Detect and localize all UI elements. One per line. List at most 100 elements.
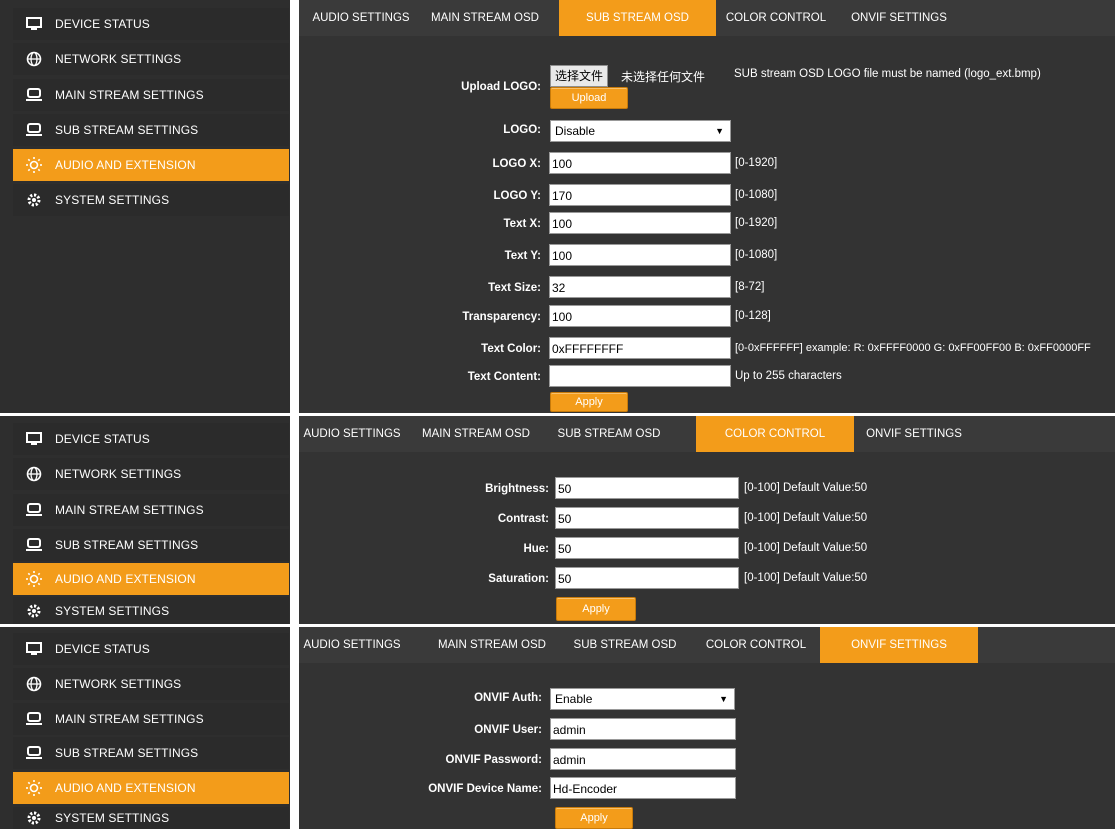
onvif-auth-select-value: Enable [555,692,593,706]
globe-icon [25,675,43,693]
sidebar-item-network-settings[interactable]: NETWORK SETTINGS [13,458,289,490]
sidebar-item-label: AUDIO AND EXTENSION [55,781,196,795]
globe-icon [25,50,43,68]
monitor-icon [25,640,43,658]
panel-sub-stream-osd: DEVICE STATUS NETWORK SETTINGS MAIN STRE… [0,0,1115,413]
text-size-input[interactable]: 32 [549,276,731,298]
stream-icon [25,536,43,554]
tab-audio-settings[interactable]: AUDIO SETTINGS [305,0,417,36]
transparency-input[interactable]: 100 [549,305,731,327]
sidebar-item-label: DEVICE STATUS [55,642,150,656]
tab-bar: AUDIO SETTINGS MAIN STREAM OSD SUB STREA… [299,416,1115,452]
tab-color-control[interactable]: COLOR CONTROL [696,416,854,452]
sidebar-item-label: SUB STREAM SETTINGS [55,538,199,552]
tab-onvif-settings[interactable]: ONVIF SETTINGS [844,0,954,36]
text-color-hint: [0-0xFFFFFF] example: R: 0xFFFF0000 G: 0… [735,342,1091,354]
text-size-hint: [8-72] [735,281,765,293]
hue-input[interactable]: 50 [555,537,739,559]
tab-audio-settings[interactable]: AUDIO SETTINGS [296,416,408,452]
onvif-user-input[interactable]: admin [550,718,736,740]
tab-sub-stream-osd[interactable]: SUB STREAM OSD [563,627,687,663]
brightness-label: Brightness: [485,483,549,495]
text-x-label: Text X: [503,218,542,230]
apply-button[interactable]: Apply [555,807,633,829]
sidebar-item-device-status[interactable]: DEVICE STATUS [13,8,289,40]
contrast-hint: [0-100] Default Value:50 [744,512,868,524]
sidebar-item-network-settings[interactable]: NETWORK SETTINGS [13,668,289,700]
sidebar-item-main-stream-settings[interactable]: MAIN STREAM SETTINGS [13,703,289,735]
onvif-password-input[interactable]: admin [550,748,736,770]
sidebar-item-system-settings[interactable]: SYSTEM SETTINGS [13,597,289,624]
sidebar-item-device-status[interactable]: DEVICE STATUS [13,423,289,455]
stream-icon [25,744,43,762]
logo-y-label: LOGO Y: [493,190,542,202]
brightness-input[interactable]: 50 [555,477,739,499]
tab-audio-settings[interactable]: AUDIO SETTINGS [296,627,408,663]
tab-onvif-settings[interactable]: ONVIF SETTINGS [859,416,969,452]
sidebar-item-main-stream-settings[interactable]: MAIN STREAM SETTINGS [13,494,289,526]
hue-hint: [0-100] Default Value:50 [744,542,868,554]
sidebar-item-label: SYSTEM SETTINGS [55,193,170,207]
sidebar-item-sub-stream-settings[interactable]: SUB STREAM SETTINGS [13,529,289,561]
logo-y-input[interactable]: 170 [549,184,731,206]
logo-x-input[interactable]: 100 [549,152,731,174]
onvif-password-label: ONVIF Password: [445,754,543,766]
sidebar-item-audio-and-extension[interactable]: AUDIO AND EXTENSION [13,149,289,181]
tab-sub-stream-osd[interactable]: SUB STREAM OSD [559,0,716,36]
gear-icon [25,191,43,209]
tab-onvif-settings[interactable]: ONVIF SETTINGS [820,627,978,663]
sidebar-item-label: MAIN STREAM SETTINGS [55,712,204,726]
contrast-input[interactable]: 50 [555,507,739,529]
text-color-input[interactable]: 0xFFFFFFFF [549,337,731,359]
file-status: 未选择任何文件 [621,70,706,84]
sidebar-item-label: NETWORK SETTINGS [55,467,182,481]
sidebar-item-audio-and-extension[interactable]: AUDIO AND EXTENSION [13,772,289,804]
logo-label: LOGO: [503,124,541,136]
sidebar-item-main-stream-settings[interactable]: MAIN STREAM SETTINGS [13,79,289,111]
sun-icon [25,570,43,588]
monitor-icon [25,15,43,33]
onvif-device-name-input[interactable]: Hd-Encoder [550,777,736,799]
sidebar-item-system-settings[interactable]: SYSTEM SETTINGS [13,184,289,216]
sidebar-item-system-settings[interactable]: SYSTEM SETTINGS [13,807,289,829]
logo-select[interactable]: Disable ▼ [550,120,731,142]
onvif-device-name-label: ONVIF Device Name: [428,783,542,795]
sidebar-item-device-status[interactable]: DEVICE STATUS [13,633,289,665]
onvif-auth-select[interactable]: Enable ▼ [550,688,735,710]
chevron-down-icon: ▼ [719,694,728,704]
logo-x-label: LOGO X: [492,158,541,170]
content-area: AUDIO SETTINGS MAIN STREAM OSD SUB STREA… [299,0,1115,413]
tab-main-stream-osd[interactable]: MAIN STREAM OSD [414,416,538,452]
sidebar-item-network-settings[interactable]: NETWORK SETTINGS [13,43,289,75]
tab-color-control[interactable]: COLOR CONTROL [719,0,833,36]
tab-sub-stream-osd[interactable]: SUB STREAM OSD [547,416,671,452]
stream-icon [25,501,43,519]
sidebar-item-label: NETWORK SETTINGS [55,52,182,66]
saturation-label: Saturation: [488,573,549,585]
apply-button[interactable]: Apply [550,392,628,412]
sidebar-item-sub-stream-settings[interactable]: SUB STREAM SETTINGS [13,737,289,769]
sidebar-item-label: DEVICE STATUS [55,17,150,31]
sidebar-item-label: AUDIO AND EXTENSION [55,572,196,586]
upload-button[interactable]: Upload [550,87,628,109]
saturation-input[interactable]: 50 [555,567,739,589]
text-size-label: Text Size: [488,282,541,294]
sidebar-item-sub-stream-settings[interactable]: SUB STREAM SETTINGS [13,114,289,146]
apply-button[interactable]: Apply [556,597,636,621]
sidebar-item-label: AUDIO AND EXTENSION [55,158,196,172]
choose-file-button[interactable]: 选择文件 [550,65,609,87]
sidebar: DEVICE STATUS NETWORK SETTINGS MAIN STRE… [0,416,290,624]
sidebar-item-audio-and-extension[interactable]: AUDIO AND EXTENSION [13,563,289,595]
upload-logo-label: Upload LOGO: [461,81,541,93]
text-x-input[interactable]: 100 [549,212,731,234]
stream-icon [25,86,43,104]
tab-main-stream-osd[interactable]: MAIN STREAM OSD [430,627,554,663]
text-y-input[interactable]: 100 [549,244,731,266]
tab-color-control[interactable]: COLOR CONTROL [695,627,817,663]
stream-icon [25,121,43,139]
tab-bar: AUDIO SETTINGS MAIN STREAM OSD SUB STREA… [299,0,1115,36]
sidebar: DEVICE STATUS NETWORK SETTINGS MAIN STRE… [0,0,290,413]
text-content-input[interactable] [549,365,731,387]
contrast-label: Contrast: [497,513,549,525]
tab-main-stream-osd[interactable]: MAIN STREAM OSD [423,0,547,36]
